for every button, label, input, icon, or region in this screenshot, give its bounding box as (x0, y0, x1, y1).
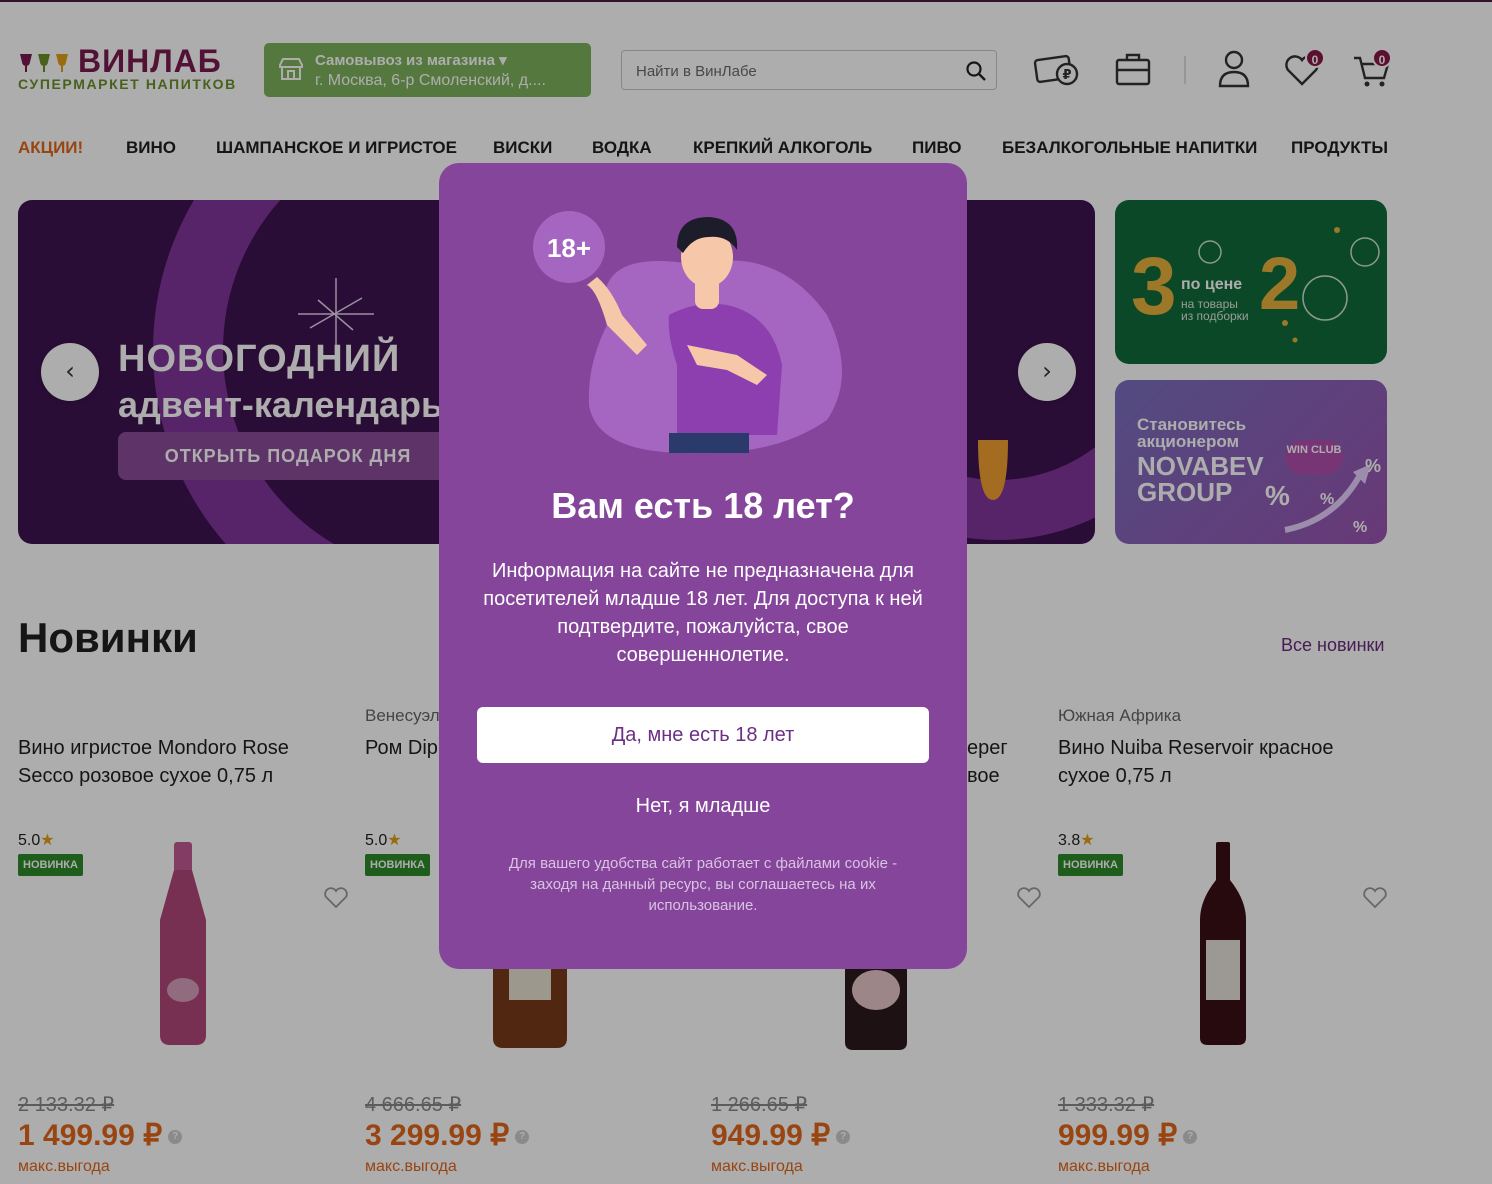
age-check-illustration: 18+ (533, 211, 842, 454)
age-verification-modal: 18+ Вам есть 18 лет? Информация на сайте… (439, 163, 967, 969)
deny-age-button[interactable]: Нет, я младше (439, 795, 967, 818)
confirm-age-button[interactable]: Да, мне есть 18 лет (477, 707, 929, 763)
cookie-notice: Для вашего удобства сайт работает с файл… (508, 855, 898, 914)
modal-message: Информация на сайте не предназначена для… (483, 560, 923, 666)
modal-title: Вам есть 18 лет? (551, 485, 855, 526)
age-badge-text: 18+ (547, 233, 591, 263)
